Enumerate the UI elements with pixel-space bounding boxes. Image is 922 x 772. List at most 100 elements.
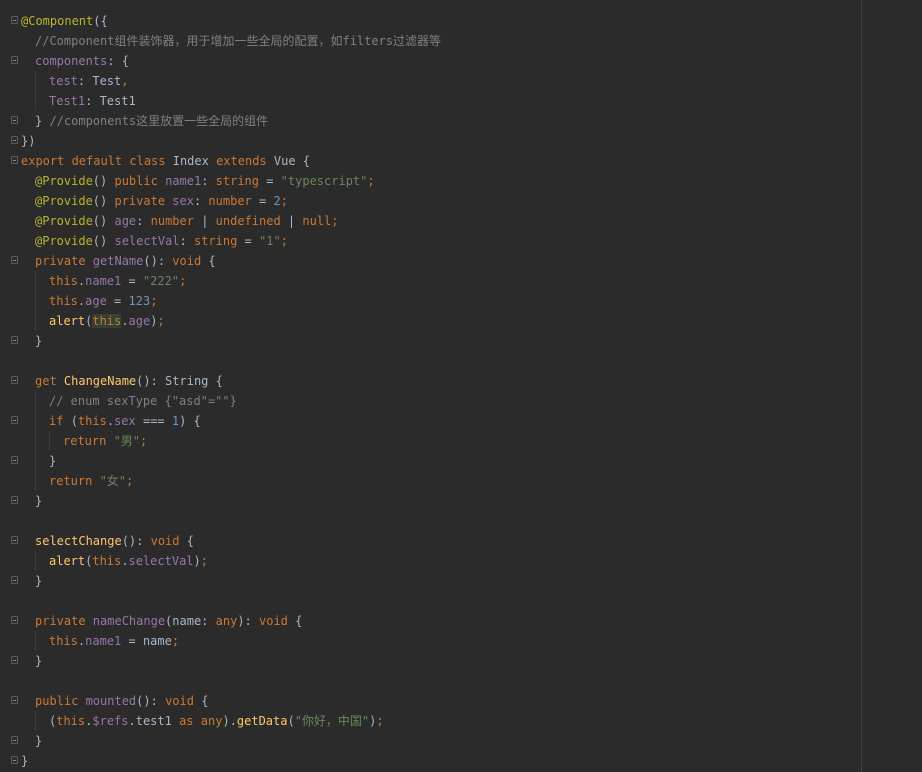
code-token: void xyxy=(172,254,209,268)
code-line[interactable]: } xyxy=(11,451,441,471)
code-line[interactable]: components: { xyxy=(11,51,441,71)
fold-marker-icon[interactable] xyxy=(11,16,18,24)
line-content: return "女"; xyxy=(21,474,133,488)
code-token: () xyxy=(92,174,115,188)
code-token: nameChange xyxy=(92,614,166,628)
code-line[interactable]: get ChangeName(): String { xyxy=(11,371,441,391)
code-line[interactable]: private getName(): void { xyxy=(11,251,441,271)
code-line[interactable]: } xyxy=(11,731,441,751)
code-token: "你好，中国" xyxy=(294,714,370,728)
code-line[interactable]: alert(this.age); xyxy=(21,311,441,331)
code-token: this xyxy=(92,314,122,328)
code-token: this xyxy=(92,554,122,568)
code-line[interactable]: //Component组件装饰器，用于增加一些全局的配置，如filters过滤器… xyxy=(21,31,441,51)
fold-marker-icon[interactable] xyxy=(11,576,18,584)
code-line[interactable]: this.name1 = "222"; xyxy=(21,271,441,291)
code-line[interactable]: } xyxy=(11,491,441,511)
code-line[interactable]: public mounted(): void { xyxy=(11,691,441,711)
code-line[interactable]: Test1: Test1 xyxy=(21,91,441,111)
code-token: //components这里放置一些全局的组件 xyxy=(49,114,269,128)
code-line[interactable]: }) xyxy=(11,131,441,151)
line-content: Test1: Test1 xyxy=(21,94,136,108)
code-line[interactable]: } xyxy=(11,651,441,671)
line-content: // enum sexType {"asd"=""} xyxy=(21,394,237,408)
fold-marker-icon[interactable] xyxy=(11,116,18,124)
code-line[interactable] xyxy=(21,671,441,691)
code-token: $refs xyxy=(92,714,129,728)
code-line[interactable]: return "女"; xyxy=(21,471,441,491)
code-line[interactable]: } //components这里放置一些全局的组件 xyxy=(11,111,441,131)
fold-marker-icon[interactable] xyxy=(11,336,18,344)
code-line[interactable]: @Component({ xyxy=(11,11,441,31)
fold-marker-icon[interactable] xyxy=(11,536,18,544)
code-line[interactable]: if (this.sex === 1) { xyxy=(11,411,441,431)
code-token: } xyxy=(35,494,43,508)
code-editor[interactable]: @Component({//Component组件装饰器，用于增加一些全局的配置… xyxy=(0,0,922,772)
code-line[interactable]: @Provide() age: number | undefined | nul… xyxy=(21,211,441,231)
code-area[interactable]: @Component({//Component组件装饰器，用于增加一些全局的配置… xyxy=(11,11,441,771)
code-line[interactable]: @Provide() public name1: string = "types… xyxy=(21,171,441,191)
fold-marker-icon[interactable] xyxy=(11,456,18,464)
code-token: { xyxy=(186,534,194,548)
code-token: { xyxy=(201,694,209,708)
code-token: () xyxy=(92,214,115,228)
fold-marker-icon[interactable] xyxy=(11,416,18,424)
fold-marker-icon[interactable] xyxy=(11,696,18,704)
code-token: }) xyxy=(21,134,36,148)
fold-marker-icon[interactable] xyxy=(11,656,18,664)
fold-marker-icon[interactable] xyxy=(11,156,18,164)
fold-marker-icon[interactable] xyxy=(11,616,18,624)
code-token: null; xyxy=(302,214,339,228)
code-token: age xyxy=(128,314,151,328)
code-token: as any xyxy=(179,714,223,728)
right-margin-guide xyxy=(861,0,862,772)
code-line[interactable]: return "男"; xyxy=(21,431,441,451)
code-line[interactable]: export default class Index extends Vue { xyxy=(11,151,441,171)
code-line[interactable]: } xyxy=(11,331,441,351)
fold-marker-icon[interactable] xyxy=(11,756,18,764)
code-line[interactable]: @Provide() private sex: number = 2; xyxy=(21,191,441,211)
code-line[interactable] xyxy=(21,591,441,611)
fold-marker-icon[interactable] xyxy=(11,256,18,264)
code-line[interactable]: } xyxy=(11,571,441,591)
code-line[interactable]: test: Test, xyxy=(21,71,441,91)
code-line[interactable] xyxy=(21,511,441,531)
line-content: get ChangeName(): String { xyxy=(21,374,223,388)
code-line[interactable]: (this.$refs.test1 as any).getData("你好，中国… xyxy=(21,711,441,731)
line-content: @Provide() selectVal: string = "1"; xyxy=(21,234,288,248)
line-content: private getName(): void { xyxy=(21,254,216,268)
code-token: | xyxy=(287,214,303,228)
code-line[interactable]: } xyxy=(11,751,441,771)
code-token: ; xyxy=(280,234,288,248)
code-line[interactable]: this.name1 = name; xyxy=(21,631,441,651)
fold-marker-icon[interactable] xyxy=(11,136,18,144)
code-token: @Provide xyxy=(35,234,93,248)
code-token: } xyxy=(35,574,43,588)
code-token: : xyxy=(201,174,216,188)
code-token: number xyxy=(150,214,202,228)
code-token: selectVal xyxy=(128,554,194,568)
fold-marker-icon[interactable] xyxy=(11,376,18,384)
code-line[interactable] xyxy=(21,351,441,371)
code-token: = xyxy=(106,294,129,308)
code-token: ) { xyxy=(179,414,201,428)
code-line[interactable]: this.age = 123; xyxy=(21,291,441,311)
code-token: (): xyxy=(143,254,173,268)
code-token: : xyxy=(136,214,151,228)
code-token: . xyxy=(106,414,115,428)
line-content: this.name1 = "222"; xyxy=(21,274,186,288)
code-token: public xyxy=(35,694,86,708)
indent-guide xyxy=(35,431,36,451)
code-line[interactable]: selectChange(): void { xyxy=(11,531,441,551)
indent-guide xyxy=(35,271,36,291)
code-line[interactable]: // enum sexType {"asd"=""} xyxy=(21,391,441,411)
fold-marker-icon[interactable] xyxy=(11,56,18,64)
fold-marker-icon[interactable] xyxy=(11,496,18,504)
code-line[interactable]: private nameChange(name: any): void { xyxy=(11,611,441,631)
fold-marker-icon[interactable] xyxy=(11,736,18,744)
line-content: (this.$refs.test1 as any).getData("你好，中国… xyxy=(21,714,384,728)
code-token: "222" xyxy=(142,274,180,288)
code-line[interactable]: alert(this.selectVal); xyxy=(21,551,441,571)
code-line[interactable]: @Provide() selectVal: string = "1"; xyxy=(21,231,441,251)
code-token: any xyxy=(215,614,238,628)
